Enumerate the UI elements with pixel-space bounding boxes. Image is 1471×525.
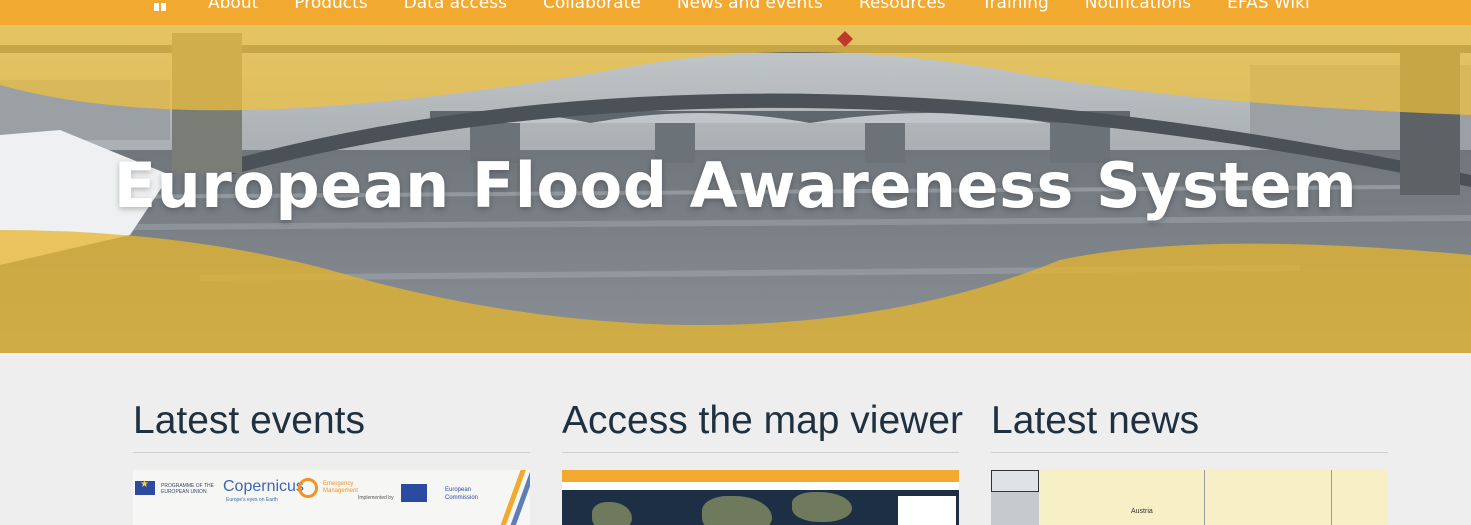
eu-flag-icon xyxy=(135,479,155,495)
map-viewer-thumbnail[interactable] xyxy=(562,470,959,525)
ec-logo-icon xyxy=(401,484,427,502)
latest-news-heading[interactable]: Latest news xyxy=(991,398,1388,448)
programme-text: PROGRAMME OF THE EUROPEAN UNION xyxy=(161,483,214,495)
implemented-by-text: Implemented by xyxy=(358,495,394,501)
map-landmass xyxy=(702,496,772,525)
section-divider xyxy=(991,452,1388,453)
map-viewer-heading[interactable]: Access the map viewer xyxy=(562,398,963,448)
copernicus-subtitle: Europe's eyes on Earth xyxy=(226,497,278,503)
hero-banner: European Flood Awareness System xyxy=(0,25,1471,353)
hero-title: European Flood Awareness System xyxy=(113,149,1358,222)
nav-item-data-access[interactable]: Data access xyxy=(404,0,507,13)
nav-item-efas-wiki[interactable]: EFAS Wiki xyxy=(1227,0,1310,13)
section-divider xyxy=(562,452,959,453)
ec-text: European Commission xyxy=(445,487,479,501)
latest-news-section: Latest news Austria xyxy=(991,353,1388,525)
main-content: Latest events PROGRAMME OF THE EUROPEAN … xyxy=(0,353,1471,525)
map-layer-panel xyxy=(898,496,956,525)
top-navigation-bar: About Products Data access Collaborate N… xyxy=(0,0,1471,25)
map-viewer-toolbar xyxy=(562,482,959,490)
nav-item-news-and-events[interactable]: News and events xyxy=(677,0,823,13)
latest-events-heading[interactable]: Latest events xyxy=(133,398,530,448)
latest-events-section: Latest events PROGRAMME OF THE EUROPEAN … xyxy=(133,353,530,525)
news-map-inset xyxy=(991,470,1039,492)
map-landmass xyxy=(592,502,632,525)
section-divider xyxy=(133,452,530,453)
emergency-management-text: Emergency Management xyxy=(323,481,359,494)
latest-news-thumbnail[interactable]: Austria xyxy=(991,470,1388,525)
nav-item-products[interactable]: Products xyxy=(294,0,367,13)
latest-events-thumbnail[interactable]: PROGRAMME OF THE EUROPEAN UNION Copernic… xyxy=(133,470,530,525)
nav-item-collaborate[interactable]: Collaborate xyxy=(543,0,641,13)
copernicus-logo: Copernicus xyxy=(223,478,304,495)
home-icon[interactable] xyxy=(150,0,170,17)
nav-item-about[interactable]: About xyxy=(208,0,258,13)
map-gridline xyxy=(1331,470,1332,525)
emergency-management-icon xyxy=(298,478,318,498)
nav-item-training[interactable]: Training xyxy=(982,0,1049,13)
map-gridline xyxy=(1204,470,1205,525)
nav-item-notifications[interactable]: Notifications xyxy=(1085,0,1191,13)
nav-item-resources[interactable]: Resources xyxy=(859,0,946,13)
map-viewer-section: Access the map viewer xyxy=(562,353,963,525)
map-landmass xyxy=(792,492,852,522)
map-viewer-header xyxy=(562,470,959,482)
map-country-label: Austria xyxy=(1131,508,1153,515)
